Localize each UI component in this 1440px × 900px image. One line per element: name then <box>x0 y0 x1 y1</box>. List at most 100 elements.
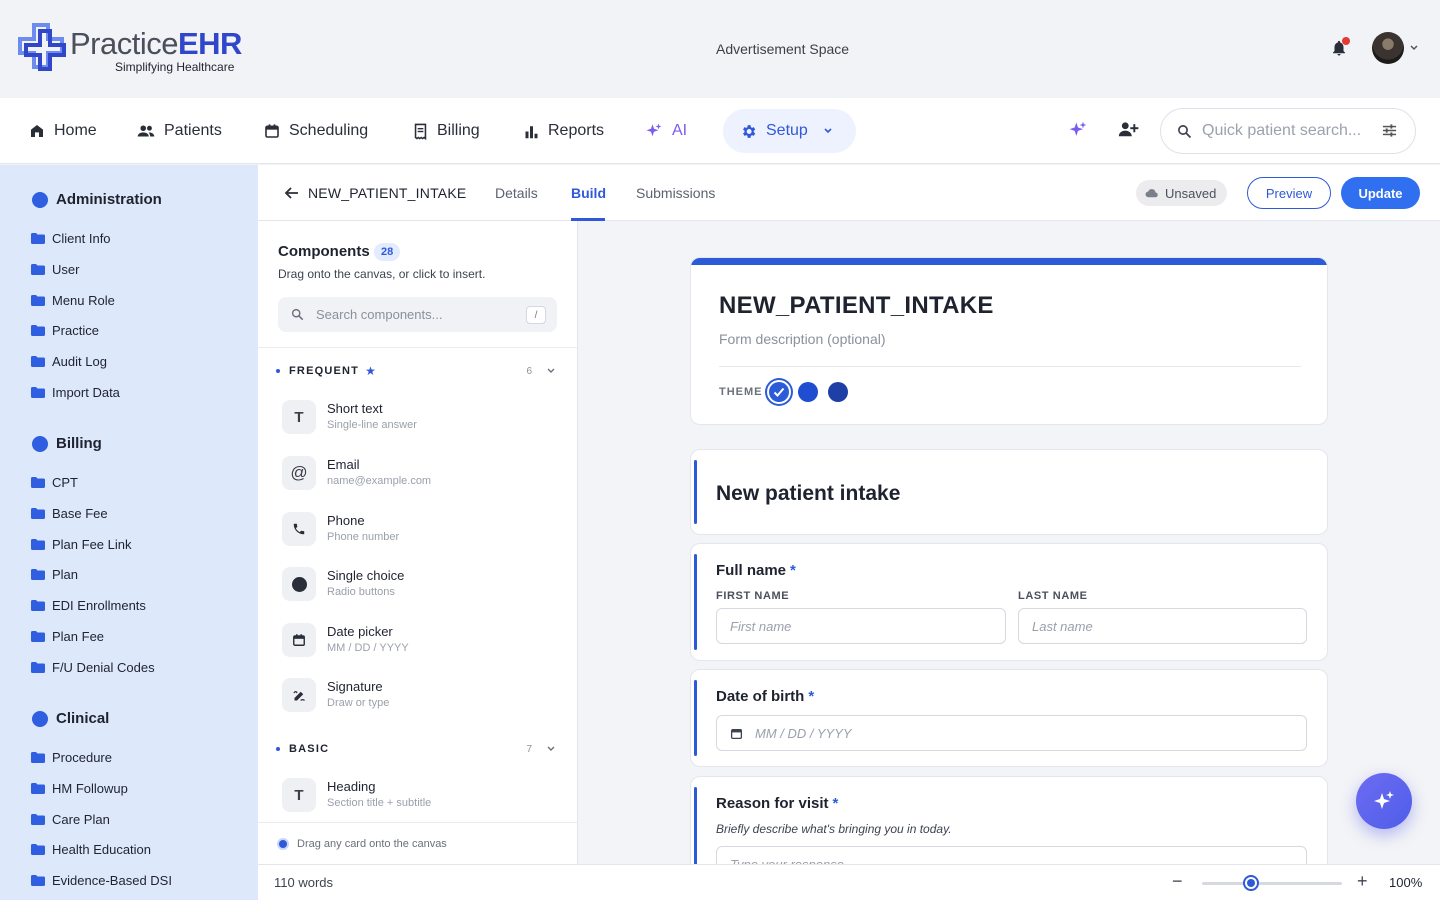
ai-sparkle-button[interactable] <box>1068 120 1088 140</box>
tab-details[interactable]: Details <box>495 185 538 201</box>
group-basic-header[interactable]: BASIC 7 <box>276 741 558 757</box>
component-email[interactable]: @ Email name@example.com <box>282 453 552 493</box>
zoom-level: 100% <box>1389 875 1423 890</box>
component-signature[interactable]: Signature Draw or type <box>282 675 552 715</box>
component-short-text[interactable]: T Short text Single-line answer <box>282 397 552 437</box>
back-arrow-icon[interactable] <box>284 185 300 201</box>
sidebar-item-plan-fee[interactable]: Plan Fee <box>31 629 104 644</box>
component-date-picker[interactable]: Date picker MM / DD / YYYY <box>282 620 552 660</box>
sidebar-item-label: Care Plan <box>52 812 110 827</box>
component-search-input[interactable] <box>316 307 516 322</box>
sidebar-item-hm-followup[interactable]: HM Followup <box>31 781 128 796</box>
question-date-of-birth[interactable]: Date of birth * MM / DD / YYYY <box>690 669 1328 767</box>
theme-swatch[interactable] <box>798 382 818 402</box>
sidebar-section-administration[interactable]: Administration <box>32 191 162 208</box>
sidebar-item-procedure[interactable]: Procedure <box>31 750 112 765</box>
sidebar-item-f-u-denial-codes[interactable]: F/U Denial Codes <box>31 660 155 675</box>
first-name-field[interactable]: First name <box>716 608 1006 644</box>
component-subtitle: Draw or type <box>327 697 390 709</box>
practice-ehr-logo[interactable]: PracticeEHR Simplifying Healthcare <box>18 23 258 75</box>
zoom-slider-track[interactable] <box>1202 882 1342 885</box>
zoom-slider-thumb[interactable] <box>1243 875 1259 891</box>
tab-submissions[interactable]: Submissions <box>636 185 715 201</box>
nav-setup[interactable]: Setup <box>723 109 856 153</box>
component-subtitle: Single-line answer <box>327 419 417 431</box>
question-label: Full name * <box>716 562 796 579</box>
search-icon <box>291 308 304 321</box>
component-name: Heading <box>327 779 376 794</box>
theme-swatch-selected[interactable] <box>769 382 789 402</box>
component-phone[interactable]: Phone Phone number <box>282 509 552 549</box>
component-single-choice[interactable]: Single choice Radio buttons <box>282 564 552 604</box>
component-subtitle: Section title + subtitle <box>327 797 432 809</box>
ai-assistant-button[interactable] <box>1356 773 1412 829</box>
components-footer: Drag any card onto the canvas <box>258 822 577 864</box>
folder-icon <box>31 325 45 336</box>
sidebar-item-plan[interactable]: Plan <box>31 567 78 582</box>
preview-button[interactable]: Preview <box>1247 177 1331 209</box>
question-full-name[interactable]: Full name * FIRST NAME LAST NAME First na… <box>690 543 1328 661</box>
folder-icon <box>31 295 45 306</box>
heading-block[interactable]: New patient intake <box>690 449 1328 535</box>
zoom-out-button[interactable]: − <box>1172 871 1183 892</box>
group-frequent-header[interactable]: FREQUENT ★ 6 <box>276 363 558 379</box>
sidebar-item-import-data[interactable]: Import Data <box>31 385 120 400</box>
component-search[interactable]: / <box>278 297 557 332</box>
sidebar-item-user[interactable]: User <box>31 262 79 277</box>
update-button[interactable]: Update <box>1341 177 1420 209</box>
form-description-field[interactable]: Form description (optional) <box>719 331 886 347</box>
sidebar-item-care-plan[interactable]: Care Plan <box>31 812 110 827</box>
sidebar-item-base-fee[interactable]: Base Fee <box>31 506 108 521</box>
components-panel: Components 28 Drag onto the canvas, or c… <box>258 221 578 864</box>
sidebar-item-menu-role[interactable]: Menu Role <box>31 293 115 308</box>
component-name: Phone <box>327 513 365 528</box>
reason-textarea[interactable]: Type your response... <box>716 846 1307 864</box>
block-accent <box>694 787 697 864</box>
add-patient-icon[interactable] <box>1118 120 1139 138</box>
components-hint: Drag onto the canvas, or click to insert… <box>278 267 486 281</box>
chevron-down-icon[interactable] <box>1409 44 1419 52</box>
nav-billing[interactable]: Billing <box>413 98 480 164</box>
quick-search-input[interactable] <box>1202 122 1370 140</box>
sidebar-section-clinical[interactable]: Clinical <box>32 710 109 727</box>
section-dot-icon <box>32 710 48 727</box>
folder-icon <box>31 600 45 611</box>
sidebar-item-health-education[interactable]: Health Education <box>31 842 151 857</box>
theme-swatch[interactable] <box>828 382 848 402</box>
search-shortcut-key: / <box>526 306 546 324</box>
question-reason-for-visit[interactable]: Reason for visit * Briefly describe what'… <box>690 776 1328 864</box>
sidebar-item-client-info[interactable]: Client Info <box>31 231 111 246</box>
folder-icon <box>31 233 45 244</box>
component-heading[interactable]: T Heading Section title + subtitle <box>282 775 552 815</box>
nav-ai[interactable]: AI <box>645 98 687 164</box>
nav-home[interactable]: Home <box>29 98 97 164</box>
word-count: 110 words <box>274 875 334 890</box>
question-label: Reason for visit * <box>716 795 839 812</box>
form-heading: New patient intake <box>716 482 901 505</box>
sidebar-item-label: F/U Denial Codes <box>52 660 155 675</box>
date-of-birth-field[interactable]: MM / DD / YYYY <box>716 715 1307 751</box>
divider <box>719 366 1301 367</box>
last-name-field[interactable]: Last name <box>1018 608 1307 644</box>
zoom-in-button[interactable]: + <box>1357 871 1368 892</box>
nav-reports[interactable]: Reports <box>524 98 604 164</box>
sidebar-item-cpt[interactable]: CPT <box>31 475 78 490</box>
component-subtitle: name@example.com <box>327 475 432 487</box>
nav-patients[interactable]: Patients <box>137 98 222 164</box>
sidebar-item-evidence-based-dsi[interactable]: Evidence-Based DSI <box>31 873 172 888</box>
filter-sliders-icon[interactable] <box>1382 123 1397 138</box>
sidebar-item-label: EDI Enrollments <box>52 598 146 613</box>
user-avatar[interactable] <box>1372 32 1404 64</box>
sidebar-item-audit-log[interactable]: Audit Log <box>31 354 107 369</box>
advertisement-space: Advertisement Space <box>716 41 850 57</box>
sidebar-item-practice[interactable]: Practice <box>31 323 99 338</box>
form-header-card[interactable]: NEW_PATIENT_INTAKE Form description (opt… <box>690 257 1328 425</box>
sidebar-section-billing[interactable]: Billing <box>32 435 102 452</box>
nav-scheduling[interactable]: Scheduling <box>264 98 368 164</box>
form-canvas[interactable]: NEW_PATIENT_INTAKE Form description (opt… <box>579 221 1440 864</box>
form-title[interactable]: NEW_PATIENT_INTAKE <box>719 292 994 320</box>
sidebar-item-plan-fee-link[interactable]: Plan Fee Link <box>31 537 132 552</box>
tab-build[interactable]: Build <box>571 185 606 201</box>
sidebar-item-edi-enrollments[interactable]: EDI Enrollments <box>31 598 146 613</box>
quick-patient-search[interactable] <box>1160 108 1416 154</box>
